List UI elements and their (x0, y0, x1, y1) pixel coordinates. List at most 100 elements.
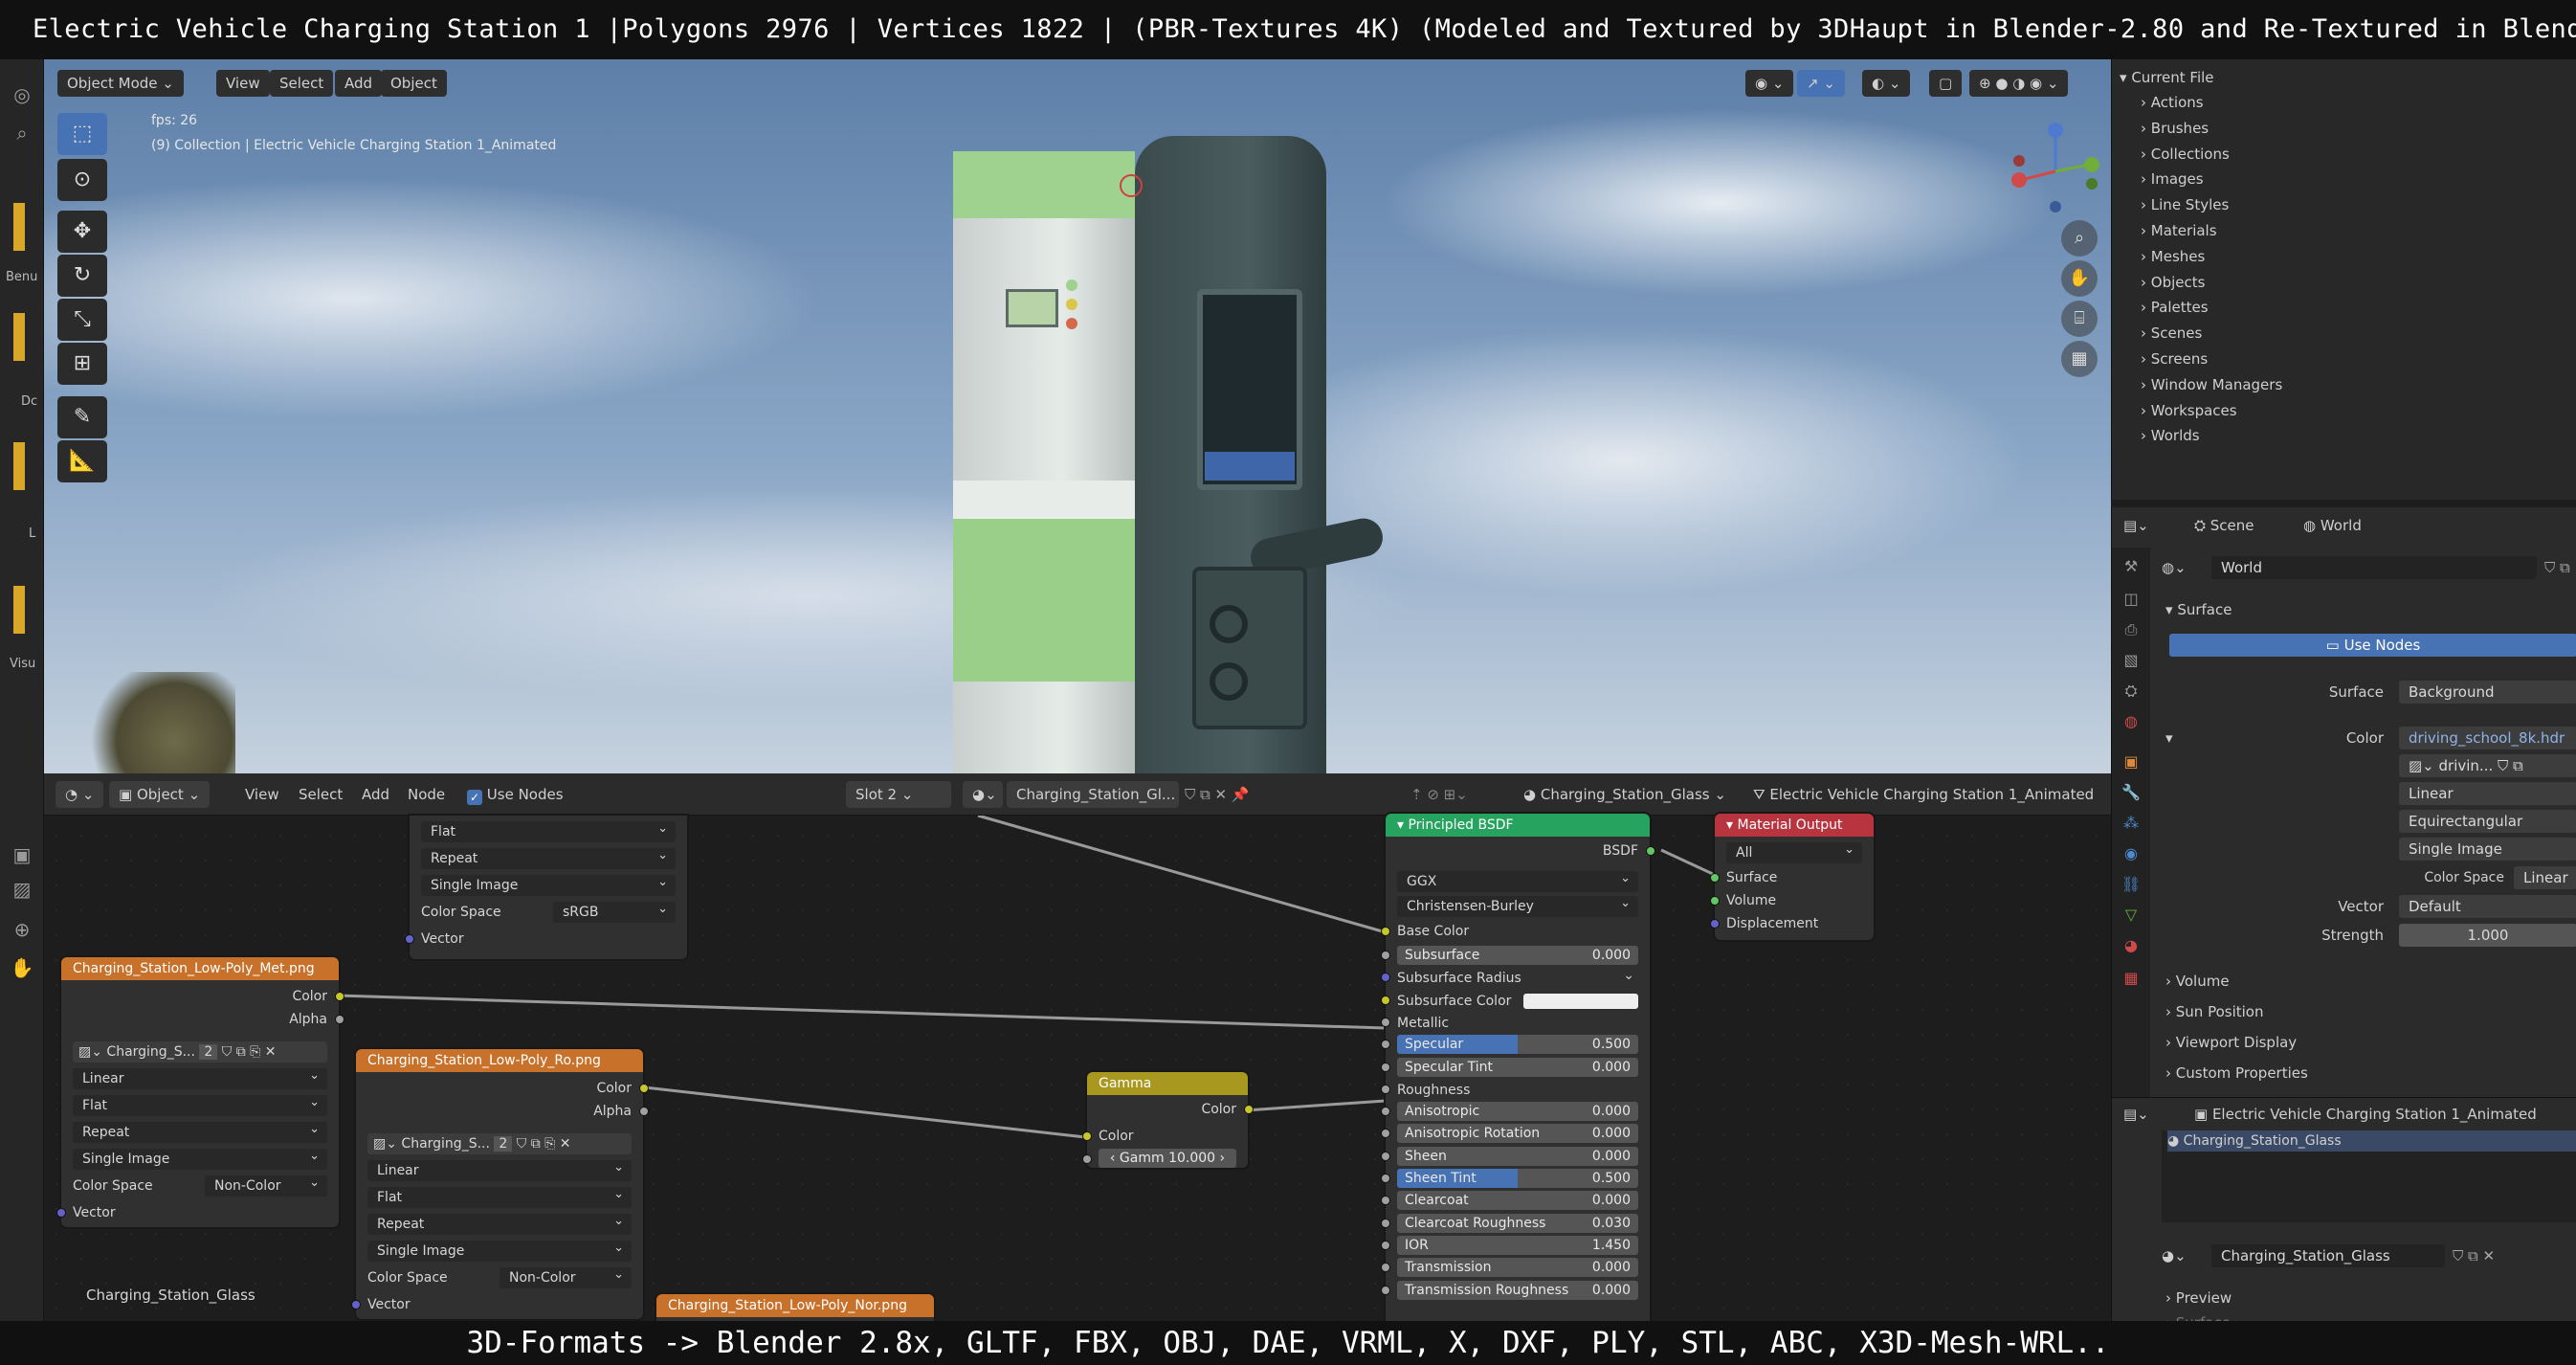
physics-tab-icon[interactable]: ◉ (2118, 840, 2144, 867)
expand-arrow-icon[interactable]: › (2141, 222, 2151, 239)
outliner-item[interactable]: › Window Managers (2141, 372, 2282, 397)
properties-type-icon[interactable]: ▤⌄ (2123, 513, 2149, 538)
hand-icon[interactable]: ✋ (8, 953, 36, 982)
chevron-down-icon[interactable]: ⌄ (1623, 965, 1634, 986)
bsdf-input-socket[interactable] (1381, 1129, 1390, 1139)
editor-type-dropdown[interactable]: ◔ ⌄ (56, 781, 104, 808)
transform-tool-icon[interactable]: ⊞ (57, 343, 107, 385)
preview-panel-header[interactable]: › Preview (2165, 1286, 2232, 1310)
bsdf-input-socket[interactable] (1381, 1107, 1390, 1117)
base-color-socket[interactable] (1381, 927, 1390, 936)
bsdf-input-socket[interactable] (1381, 1151, 1390, 1161)
extension-dropdown[interactable]: Repeat (73, 1119, 327, 1143)
color-space-dropdown[interactable]: Non-Color (205, 1173, 327, 1197)
material-browse-icon[interactable]: ◕⌄ (963, 781, 1003, 808)
world-browse-icon[interactable]: ◍⌄ (2162, 555, 2187, 580)
expand-arrow-icon[interactable]: › (2141, 402, 2151, 419)
outliner-item[interactable]: › Line Styles (2141, 192, 2229, 217)
expand-arrow-icon[interactable]: › (2141, 376, 2151, 393)
world-tab-icon[interactable]: ◍ (2118, 708, 2144, 735)
volume-panel-header[interactable]: › Volume (2165, 969, 2230, 994)
material-actions-icon[interactable]: ⛉ ⧉ ✕ (2453, 1243, 2495, 1268)
color-output-socket[interactable] (335, 992, 344, 1001)
view-layer-tab-icon[interactable]: ▧ (2118, 647, 2144, 674)
pan-hand-icon[interactable]: ✋ (2061, 260, 2098, 297)
data-tab-icon[interactable]: ▽ (2118, 902, 2144, 929)
ior-field[interactable]: IOR 1.450 (1397, 1235, 1638, 1255)
tool-tab-icon[interactable]: ⚒ (2118, 553, 2144, 580)
object-breadcrumb[interactable]: ▣ Electric Vehicle Charging Station 1_An… (2194, 1102, 2537, 1127)
image-texture-node-ro[interactable]: Charging_Station_Low-Poly_Ro.png Color A… (351, 1049, 649, 1319)
surface-shader-field[interactable]: Background (2399, 681, 2576, 704)
visibility-dropdown[interactable]: ◉ ⌄ (1745, 70, 1794, 97)
3d-cursor-icon[interactable] (1120, 174, 1143, 197)
bsdf-input-socket[interactable] (1381, 1240, 1390, 1250)
outliner-item[interactable]: › Objects (2141, 270, 2205, 295)
interpolation-dropdown[interactable]: Flat (421, 818, 676, 842)
output-tab-icon[interactable]: ⎙ (2118, 616, 2144, 643)
extension-dropdown[interactable]: Repeat (421, 845, 676, 869)
displacement-socket[interactable] (1710, 919, 1720, 929)
grid-icon[interactable]: ▦ (2061, 341, 2098, 377)
bsdf-input-socket[interactable] (1381, 1263, 1390, 1273)
bsdf-input-socket[interactable] (1381, 995, 1390, 1005)
menu-view[interactable]: View (245, 781, 279, 808)
rotate-tool-icon[interactable]: ↻ (57, 255, 107, 297)
outliner-item[interactable]: › Meshes (2141, 244, 2205, 269)
material-slot-item[interactable]: ◕ Charging_Station_Glass (2167, 1130, 2576, 1152)
menu-select[interactable]: Select (299, 781, 343, 808)
source-dropdown[interactable]: Single Image (421, 872, 676, 896)
bsdf-input-socket[interactable] (1381, 973, 1390, 983)
environment-texture-field[interactable]: driving_school_8k.hdr (2399, 727, 2576, 750)
shader-node-editor[interactable]: ◔ ⌄ ▣ Object ⌄ View Select Add Node ✓ Us… (44, 773, 2111, 1321)
menu-view[interactable]: View (216, 70, 270, 97)
surface-panel-header[interactable]: ▾ Surface (2165, 597, 2232, 622)
expand-arrow-icon[interactable]: › (2141, 324, 2151, 342)
vector-field[interactable]: Default (2399, 895, 2576, 918)
expand-arrow-icon[interactable]: › (2141, 145, 2151, 163)
color-space-dropdown[interactable]: sRGB (553, 899, 676, 923)
measure-tool-icon[interactable]: 📐 (57, 440, 107, 482)
image-selector[interactable]: ▨⌄ drivin... ⛉ ⧉ (2399, 754, 2576, 777)
outliner-item[interactable]: › Workspaces (2141, 398, 2237, 423)
node-tree-icons[interactable]: ⇡ ⊘ ⊞⌄ (1410, 781, 1468, 808)
menu-select[interactable]: Select (270, 70, 334, 97)
expand-arrow-icon[interactable]: › (2141, 427, 2151, 444)
expand-arrow-icon[interactable]: › (2141, 299, 2151, 316)
bsdf-input-socket[interactable] (1381, 1285, 1390, 1295)
menu-add[interactable]: Add (335, 70, 383, 97)
outliner-item[interactable]: › Scenes (2141, 321, 2202, 346)
gamma-node[interactable]: Gamma Color Color ‹ Gamm 10.000 › (1082, 1072, 1254, 1168)
image-texture-node-met[interactable]: Charging_Station_Low-Poly_Met.png Color … (56, 957, 344, 1227)
bsdf-input-socket[interactable] (1381, 1017, 1390, 1027)
specular-field[interactable]: Specular 0.500 (1397, 1035, 1638, 1055)
expand-arrow-icon[interactable]: › (2141, 94, 2151, 111)
expand-arrow-icon[interactable]: › (2141, 196, 2151, 213)
world-name-field[interactable]: World (2211, 556, 2537, 579)
gamma-input-socket[interactable] (1082, 1154, 1092, 1164)
zoom-icon[interactable]: ⊕ (8, 915, 36, 944)
color-space-dropdown[interactable]: Linear (2514, 866, 2576, 889)
target-dropdown[interactable]: All (1726, 839, 1862, 863)
color-expand-icon[interactable]: ▾ (2165, 726, 2173, 750)
properties-type-icon[interactable]: ▤⌄ (2123, 1102, 2149, 1127)
select-box-tool-icon[interactable]: ⬚ (57, 113, 107, 155)
outliner-item[interactable]: › Actions (2141, 90, 2204, 115)
particles-tab-icon[interactable]: ⁂ (2118, 810, 2144, 837)
texture-tab-icon[interactable]: ▦ (2118, 965, 2144, 992)
bsdf-output-socket[interactable] (1646, 846, 1655, 856)
interpolation-dropdown[interactable]: Linear (2399, 782, 2576, 805)
scale-tool-icon[interactable]: ⤡ (57, 299, 107, 341)
material-context-label[interactable]: ◕ Charging_Station_Glass ⌄ (1523, 781, 1726, 808)
material-properties[interactable]: ▤⌄ ▣ Electric Vehicle Charging Station 1… (2111, 1097, 2576, 1331)
volume-socket[interactable] (1710, 896, 1720, 906)
use-nodes-checkbox[interactable]: ✓ Use Nodes (467, 781, 564, 808)
color-input-socket[interactable] (1082, 1131, 1092, 1141)
expand-arrow-icon[interactable]: › (2141, 120, 2151, 137)
clearcoat-roughness-field[interactable]: Clearcoat Roughness 0.030 (1397, 1213, 1638, 1233)
vector-socket[interactable] (351, 1300, 361, 1309)
custom-properties-panel-header[interactable]: › Custom Properties (2165, 1061, 2308, 1085)
3d-viewport[interactable]: Object Mode ⌄ View Select Add Object ◉ ⌄… (44, 59, 2111, 773)
cursor-tool-icon[interactable]: ⊙ (57, 159, 107, 201)
bsdf-input-socket[interactable] (1381, 951, 1390, 960)
